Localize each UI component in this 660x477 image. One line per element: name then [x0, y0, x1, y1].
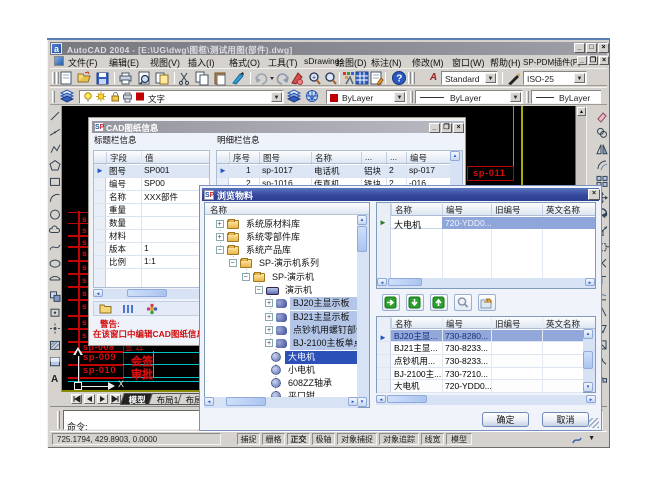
svg-text:?: ? [396, 74, 402, 85]
svg-text:A: A [51, 374, 58, 385]
svg-text:+: + [312, 75, 316, 82]
